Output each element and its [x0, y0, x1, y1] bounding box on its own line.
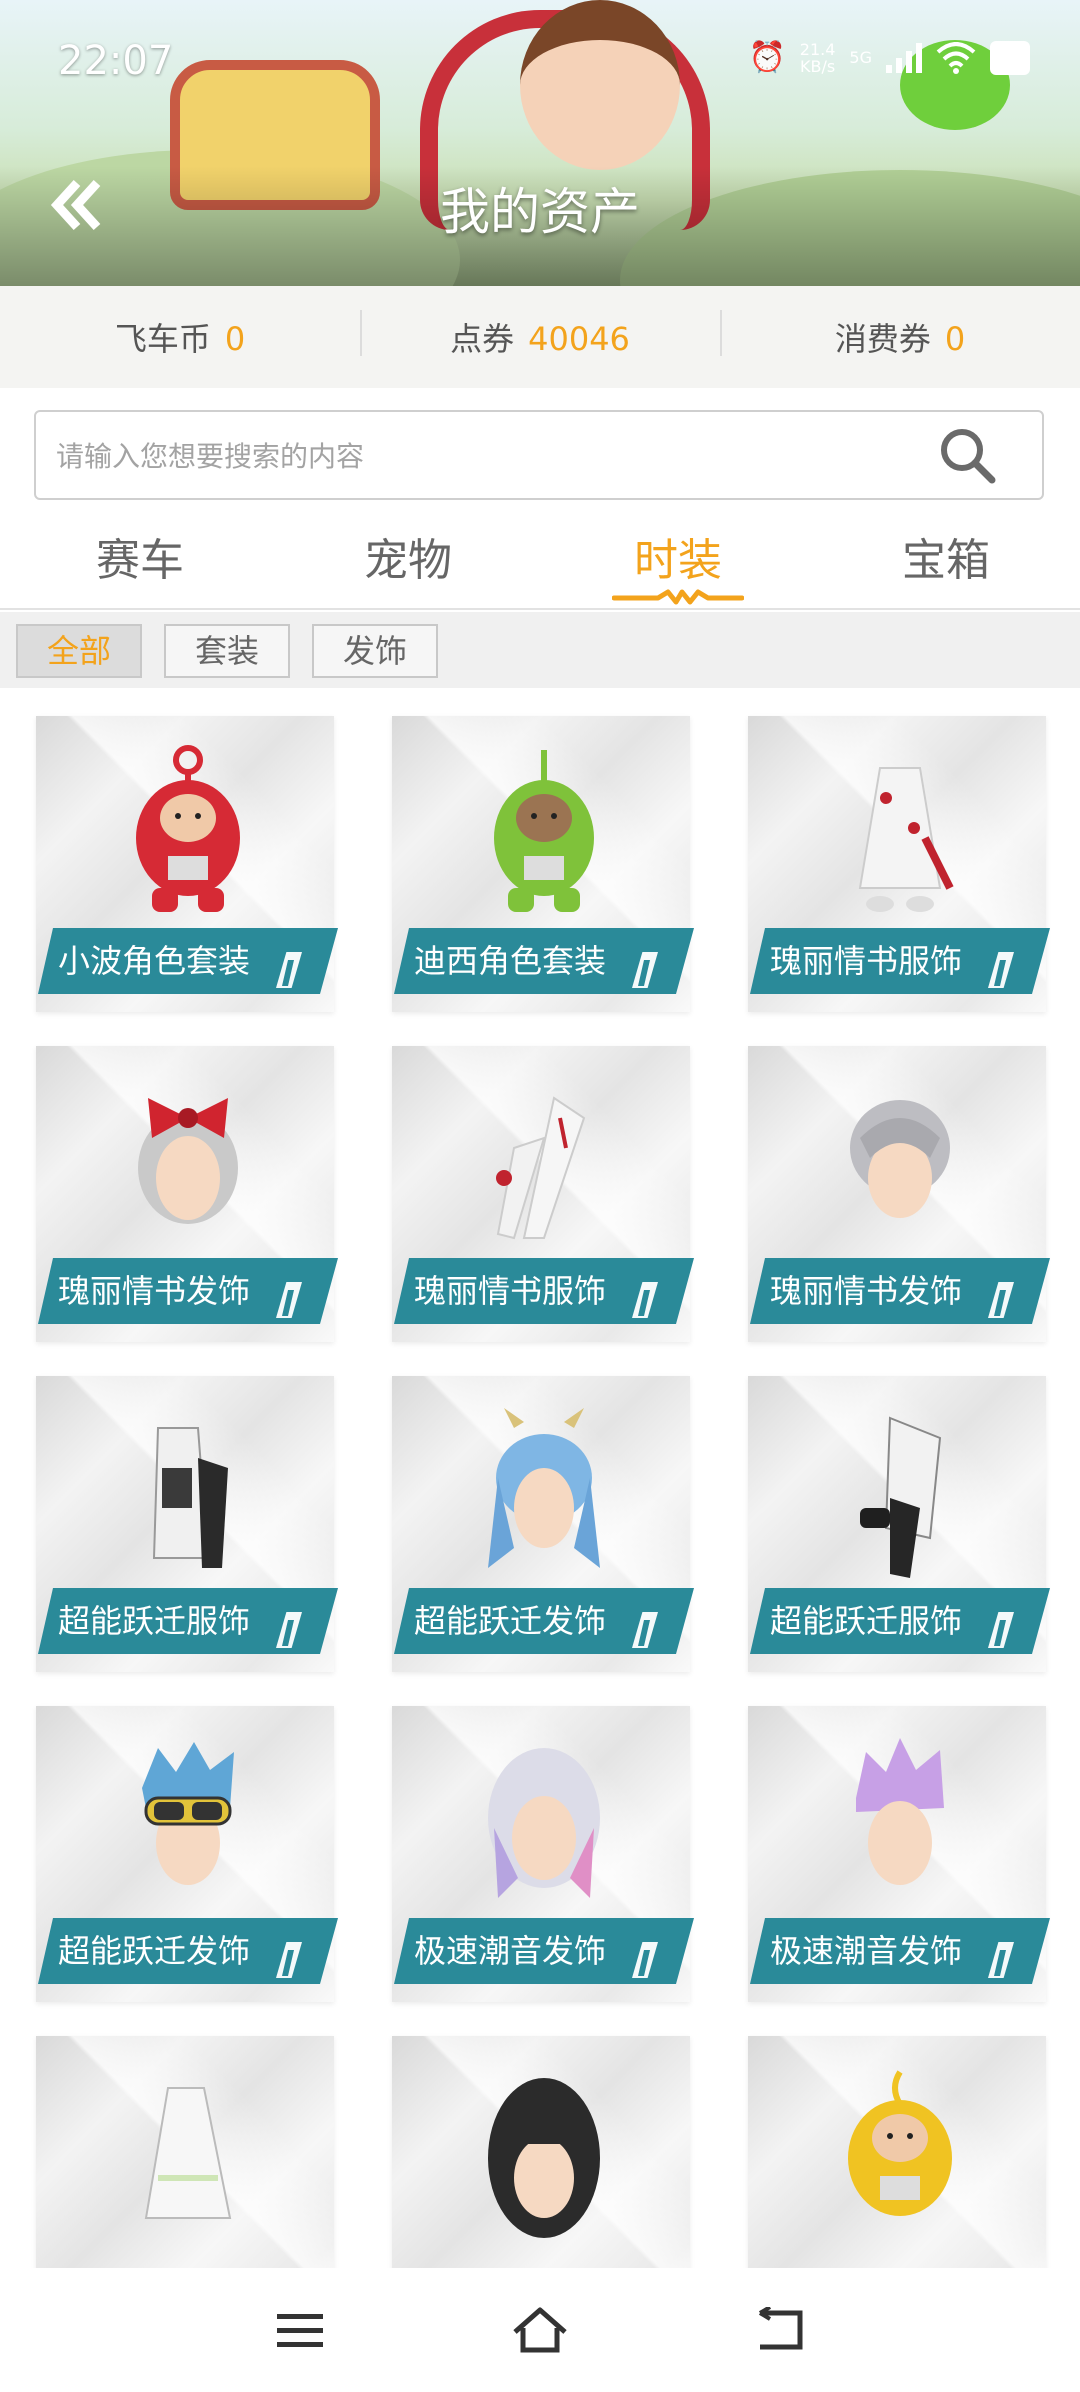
- tab-cars[interactable]: 赛车: [40, 524, 240, 588]
- item-card[interactable]: 超能跃迁服饰: [18, 1348, 358, 1672]
- white-dress-icon: [858, 767, 954, 912]
- signal-icon: [886, 42, 922, 73]
- red-teletubby-icon: [136, 745, 240, 912]
- silver-hair-icon: [850, 1100, 950, 1218]
- filter-suits[interactable]: 套装: [164, 624, 290, 678]
- filter-bar: 全部 套装 发饰: [0, 612, 1080, 688]
- net-speed-unit: KB/s: [800, 56, 836, 76]
- item-card[interactable]: 瑰丽情书服饰: [730, 688, 1070, 1012]
- system-nav-bar: [0, 2268, 1080, 2392]
- currency-label: 飞车币: [114, 320, 211, 358]
- yellow-teletubby-icon: [848, 2070, 952, 2216]
- item-card[interactable]: 瑰丽情书发饰: [730, 1018, 1070, 1342]
- search-input[interactable]: [54, 412, 938, 500]
- item-card[interactable]: 迪西角色套装: [374, 688, 714, 1012]
- banner-character-illustration: [520, 0, 680, 170]
- item-card[interactable]: 超能跃迁发饰: [18, 1678, 358, 2002]
- black-coat-outfit-icon: [860, 1416, 942, 1578]
- page-title: 我的资产: [440, 183, 640, 241]
- blue-twin-tail-hair-icon: [488, 1408, 600, 1568]
- green-teletubby-icon: [494, 750, 594, 912]
- menu-button[interactable]: [260, 2300, 340, 2360]
- purple-spiky-hair-icon: [856, 1738, 944, 1885]
- item-card[interactable]: [730, 2008, 1070, 2268]
- currency-value: 40046: [528, 320, 630, 358]
- currency-value: 0: [224, 320, 246, 358]
- tab-fashion[interactable]: 时装: [578, 524, 778, 588]
- status-icons: ⏰ 21.4 KB/s 5G: [748, 40, 1030, 75]
- item-card[interactable]: 超能跃迁发饰: [374, 1348, 714, 1672]
- home-button[interactable]: [500, 2300, 580, 2360]
- search-icon[interactable]: [938, 426, 998, 486]
- status-time: 22:07: [58, 38, 174, 84]
- active-tab-indicator: [612, 589, 744, 605]
- item-card[interactable]: 极速潮音发饰: [730, 1678, 1070, 2002]
- network-type: 5G: [849, 49, 872, 66]
- tab-pets[interactable]: 宠物: [308, 524, 508, 588]
- battery-icon: [990, 40, 1030, 75]
- currency-bar: 飞车币 0 点券 40046 消费券 0: [0, 286, 1080, 388]
- item-card[interactable]: 超能跃迁服饰: [730, 1348, 1070, 1672]
- filter-hair[interactable]: 发饰: [312, 624, 438, 678]
- item-card[interactable]: 极速潮音发饰: [374, 1678, 714, 2002]
- white-suit-icon: [496, 1096, 586, 1240]
- alarm-icon: ⏰: [748, 40, 786, 75]
- menu-icon: [277, 2314, 323, 2347]
- net-type-label: 5G: [849, 48, 872, 67]
- wifi-icon: [936, 41, 976, 74]
- black-long-hair-icon: [488, 2078, 600, 2238]
- item-card[interactable]: 小波角色套装: [18, 688, 358, 1012]
- silver-long-hair-icon: [488, 1748, 600, 1898]
- currency-label: 点券: [450, 320, 515, 358]
- item-card[interactable]: 瑰丽情书发饰: [18, 1018, 358, 1342]
- header-banner: 22:07 ⏰ 21.4 KB/s 5G 我的资产: [0, 0, 1080, 286]
- black-white-outfit-icon: [152, 1427, 228, 1568]
- item-card[interactable]: [374, 2008, 714, 2268]
- currency-xiaofeiquan: 消费券 0: [720, 310, 1080, 360]
- item-card[interactable]: 瑰丽情书服饰: [374, 1018, 714, 1342]
- currency-feiche-coin: 飞车币 0: [0, 314, 360, 360]
- return-icon: [758, 2307, 803, 2350]
- goggles-blue-hair-icon: [142, 1742, 234, 1885]
- item-card[interactable]: [18, 2008, 358, 2268]
- currency-dianquan: 点券 40046: [360, 310, 720, 360]
- home-icon: [513, 2307, 567, 2353]
- category-tabs: 赛车 宠物 时装 宝箱: [0, 512, 1080, 610]
- currency-label: 消费券: [834, 320, 931, 358]
- currency-value: 0: [944, 320, 966, 358]
- item-grid: 小波角色套装 迪西角色套装 瑰丽情书服饰 瑰丽情书发饰 瑰丽情书服饰 瑰丽情书发…: [0, 688, 1080, 2268]
- back-nav-button[interactable]: [740, 2300, 820, 2360]
- network-speed: 21.4 KB/s: [800, 41, 836, 75]
- filter-all[interactable]: 全部: [16, 624, 142, 678]
- red-bow-hair-icon: [138, 1098, 238, 1224]
- lace-dress-icon: [144, 2087, 232, 2219]
- tab-chests[interactable]: 宝箱: [846, 524, 1046, 588]
- search-box: [34, 410, 1044, 500]
